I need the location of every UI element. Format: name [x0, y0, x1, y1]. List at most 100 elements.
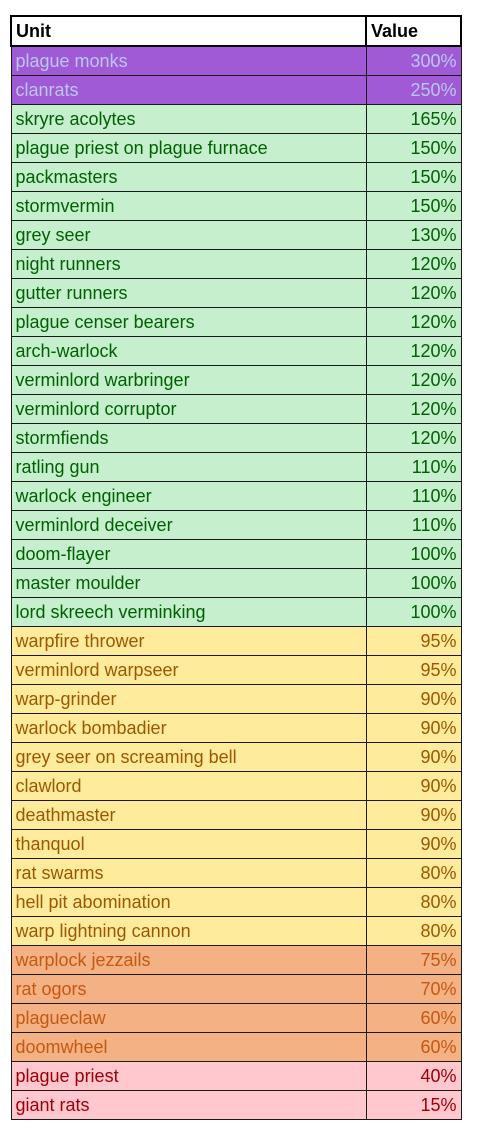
value-cell: 80% [365, 858, 462, 888]
unit-cell: hell pit abomination [10, 887, 367, 917]
unit-cell: night runners [10, 249, 367, 279]
value-cell: 90% [365, 742, 462, 772]
value-cell: 15% [365, 1090, 462, 1120]
table-row: warlock bombadier 90% [10, 713, 462, 743]
table-row: warplock jezzails 75% [10, 945, 462, 975]
value-cell: 80% [365, 916, 462, 946]
table-row: night runners 120% [10, 249, 462, 279]
unit-cell: plague priest [10, 1061, 367, 1091]
table-row: warp lightning cannon 80% [10, 916, 462, 946]
table-row: packmasters 150% [10, 162, 462, 192]
unit-cell: ratling gun [10, 452, 367, 482]
table-row: plagueclaw 60% [10, 1003, 462, 1033]
unit-cell: verminlord deceiver [10, 510, 367, 540]
value-cell: 60% [365, 1032, 462, 1062]
table-row: lord skreech verminking 100% [10, 597, 462, 627]
unit-cell: packmasters [10, 162, 367, 192]
unit-cell: grey seer [10, 220, 367, 250]
value-cell: 95% [365, 626, 462, 656]
unit-cell: stormfiends [10, 423, 367, 453]
value-cell: 110% [365, 510, 462, 540]
unit-cell: warp-grinder [10, 684, 367, 714]
value-cell: 110% [365, 452, 462, 482]
header-row: Unit Value [10, 15, 462, 47]
value-cell: 75% [365, 945, 462, 975]
unit-cell: warpfire thrower [10, 626, 367, 656]
value-cell: 110% [365, 481, 462, 511]
unit-cell: warlock engineer [10, 481, 367, 511]
unit-cell: plague priest on plague furnace [10, 133, 367, 163]
value-cell: 70% [365, 974, 462, 1004]
table-row: verminlord warbringer 120% [10, 365, 462, 395]
value-cell: 40% [365, 1061, 462, 1091]
table-row: plague priest on plague furnace 150% [10, 133, 462, 163]
value-cell: 120% [365, 307, 462, 337]
unit-cell: plague censer bearers [10, 307, 367, 337]
unit-value-table: Unit Value plague monks 300% clanrats 250% s… [10, 15, 462, 1120]
table-row: deathmaster 90% [10, 800, 462, 830]
table-row: rat swarms 80% [10, 858, 462, 888]
table-row: clanrats 250% [10, 75, 462, 105]
unit-cell: plague monks [10, 45, 367, 76]
value-cell: 130% [365, 220, 462, 250]
value-cell: 300% [365, 45, 462, 76]
unit-cell: warp lightning cannon [10, 916, 367, 946]
unit-cell: doom-flayer [10, 539, 367, 569]
value-cell: 90% [365, 684, 462, 714]
table-row: doomwheel 60% [10, 1032, 462, 1062]
unit-cell: stormvermin [10, 191, 367, 221]
value-cell: 95% [365, 655, 462, 685]
value-cell: 100% [365, 597, 462, 627]
unit-cell: clanrats [10, 75, 367, 105]
header-value: Value [365, 15, 462, 47]
table-row: verminlord deceiver 110% [10, 510, 462, 540]
value-cell: 150% [365, 162, 462, 192]
table-row: warpfire thrower 95% [10, 626, 462, 656]
table-row: grey seer on screaming bell 90% [10, 742, 462, 772]
value-cell: 90% [365, 771, 462, 801]
value-cell: 165% [365, 104, 462, 134]
unit-cell: verminlord warbringer [10, 365, 367, 395]
value-cell: 150% [365, 133, 462, 163]
value-cell: 120% [365, 423, 462, 453]
table-row: skryre acolytes 165% [10, 104, 462, 134]
value-cell: 120% [365, 365, 462, 395]
table-row: gutter runners 120% [10, 278, 462, 308]
unit-cell: master moulder [10, 568, 367, 598]
table-row: stormfiends 120% [10, 423, 462, 453]
table-row: clawlord 90% [10, 771, 462, 801]
value-cell: 150% [365, 191, 462, 221]
table-row: plague monks 300% [10, 45, 462, 76]
value-cell: 120% [365, 394, 462, 424]
value-cell: 90% [365, 713, 462, 743]
table-row: giant rats 15% [10, 1090, 462, 1120]
unit-cell: warlock bombadier [10, 713, 367, 743]
value-cell: 250% [365, 75, 462, 105]
unit-cell: thanquol [10, 829, 367, 859]
table-row: warp-grinder 90% [10, 684, 462, 714]
unit-cell: grey seer on screaming bell [10, 742, 367, 772]
value-cell: 60% [365, 1003, 462, 1033]
unit-cell: verminlord warpseer [10, 655, 367, 685]
unit-cell: rat swarms [10, 858, 367, 888]
table-row: stormvermin 150% [10, 191, 462, 221]
unit-cell: warplock jezzails [10, 945, 367, 975]
unit-cell: plagueclaw [10, 1003, 367, 1033]
value-cell: 90% [365, 829, 462, 859]
table-row: grey seer 130% [10, 220, 462, 250]
unit-cell: rat ogors [10, 974, 367, 1004]
value-cell: 120% [365, 336, 462, 366]
table-row: doom-flayer 100% [10, 539, 462, 569]
value-cell: 90% [365, 800, 462, 830]
unit-cell: clawlord [10, 771, 367, 801]
table-row: verminlord warpseer 95% [10, 655, 462, 685]
unit-cell: lord skreech verminking [10, 597, 367, 627]
table-row: plague priest 40% [10, 1061, 462, 1091]
unit-cell: arch-warlock [10, 336, 367, 366]
table-row: arch-warlock 120% [10, 336, 462, 366]
value-cell: 80% [365, 887, 462, 917]
unit-cell: skryre acolytes [10, 104, 367, 134]
table-row: warlock engineer 110% [10, 481, 462, 511]
value-cell: 120% [365, 249, 462, 279]
table-row: thanquol 90% [10, 829, 462, 859]
